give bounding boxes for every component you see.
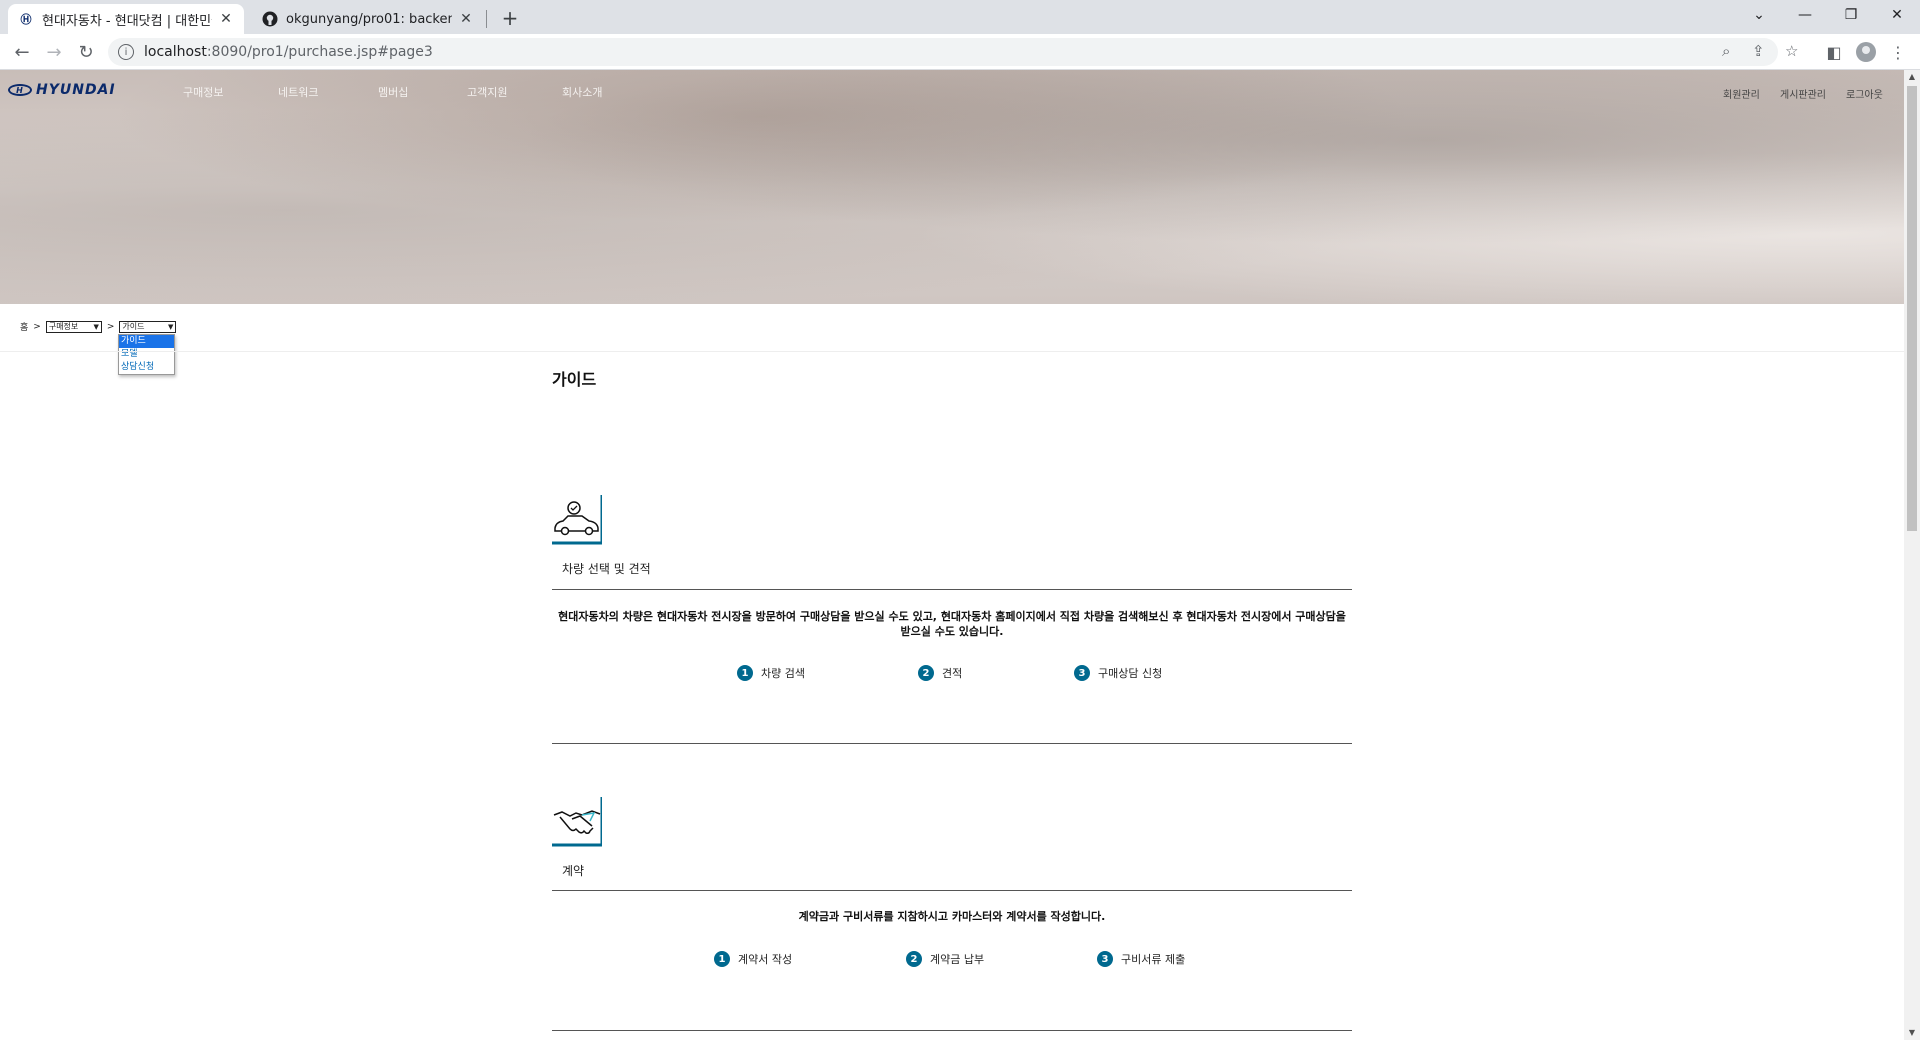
scroll-up-icon[interactable]: ▲ bbox=[1904, 70, 1920, 84]
substep-label: 계약서 작성 bbox=[738, 953, 793, 966]
step-description: 계약금과 구비서류를 지참하시고 카마스터와 계약서를 작성합니다. bbox=[798, 910, 1106, 923]
breadcrumb-select-value: 구매정보 bbox=[48, 322, 79, 331]
step-description: 현대자동차의 차량은 현대자동차 전시장을 방문하여 구매상담을 받으실 수도 … bbox=[558, 610, 1346, 638]
step-title: 계약 bbox=[562, 864, 585, 878]
hero-banner: H HYUNDAI 구매정보 네트워크 멤버십 고객지원 회사소개 회원관리 게… bbox=[0, 70, 1904, 304]
minimize-icon[interactable]: — bbox=[1782, 0, 1828, 30]
nav-customer-support[interactable]: 고객지원 bbox=[467, 84, 507, 100]
breadcrumb-select-page[interactable]: 가이드 ▼ bbox=[119, 320, 177, 333]
step-number-badge: 2 bbox=[918, 665, 934, 681]
zoom-icon[interactable]: ⌕ bbox=[1722, 42, 1730, 60]
hyundai-icon: Ⓗ bbox=[20, 13, 32, 26]
substep-item: 3 구매상담 신청 bbox=[1074, 665, 1162, 681]
side-panel-icon[interactable]: ◧ bbox=[1822, 40, 1846, 64]
reload-icon[interactable]: ↻ bbox=[72, 38, 100, 66]
substep-item: 1 계약서 작성 bbox=[714, 951, 792, 967]
site-info-icon[interactable]: i bbox=[118, 44, 134, 60]
step-number-badge: 2 bbox=[906, 951, 922, 967]
profile-icon[interactable] bbox=[1854, 40, 1878, 64]
substep-label: 차량 검색 bbox=[761, 667, 805, 680]
divider bbox=[552, 589, 1352, 590]
page-viewport: H HYUNDAI 구매정보 네트워크 멤버십 고객지원 회사소개 회원관리 게… bbox=[0, 70, 1904, 1040]
divider bbox=[552, 1030, 1352, 1031]
divider bbox=[0, 351, 1904, 352]
restore-icon[interactable]: ❐ bbox=[1828, 0, 1874, 30]
scrollbar-thumb[interactable] bbox=[1907, 86, 1917, 531]
step-number-badge: 1 bbox=[714, 951, 730, 967]
util-member-admin[interactable]: 회원관리 bbox=[1723, 86, 1760, 101]
share-icon[interactable]: ⇪ bbox=[1752, 42, 1765, 60]
hyundai-logo-icon: H bbox=[8, 84, 32, 96]
step-number-badge: 3 bbox=[1074, 665, 1090, 681]
url-host: localhost bbox=[144, 44, 207, 60]
page-title: 가이드 bbox=[552, 370, 597, 389]
address-bar[interactable]: i localhost:8090/pro1/purchase.jsp#page3 bbox=[108, 38, 1778, 66]
breadcrumb-dropdown-list: 가이드 모델 상담신청 bbox=[118, 334, 175, 375]
close-icon[interactable]: ✕ bbox=[218, 11, 234, 27]
breadcrumb-home[interactable]: 홈 bbox=[20, 320, 28, 333]
browser-tab-bar: Ⓗ 현대자동차 - 현대닷컴 | 대한민국 ✕ okgunyang/pro01:… bbox=[0, 0, 1920, 34]
hyundai-logo[interactable]: H HYUNDAI bbox=[8, 82, 116, 98]
breadcrumb-select-category[interactable]: 구매정보 ▼ bbox=[45, 320, 102, 333]
dropdown-option-consult[interactable]: 상담신청 bbox=[119, 361, 174, 374]
close-icon[interactable]: ✕ bbox=[458, 11, 474, 27]
new-tab-button[interactable]: + bbox=[496, 4, 524, 32]
substep-item: 3 구비서류 제출 bbox=[1097, 951, 1185, 967]
car-icon bbox=[552, 495, 604, 545]
substep-item: 2 견적 bbox=[918, 665, 962, 681]
step-number-badge: 3 bbox=[1097, 951, 1113, 967]
handshake-icon bbox=[552, 797, 604, 847]
address-toolbar: ← → ↻ i localhost:8090/pro1/purchase.jsp… bbox=[0, 34, 1920, 70]
nav-network[interactable]: 네트워크 bbox=[278, 84, 318, 100]
scroll-down-icon[interactable]: ▼ bbox=[1904, 1026, 1920, 1040]
util-board-admin[interactable]: 게시판관리 bbox=[1780, 86, 1826, 101]
github-icon bbox=[262, 11, 278, 27]
dropdown-option-model[interactable]: 모델 bbox=[119, 348, 174, 361]
page-scrollbar[interactable]: ▲ ▼ bbox=[1904, 70, 1920, 1040]
tab-search-icon[interactable]: ⌄ bbox=[1736, 0, 1782, 30]
logo-text: HYUNDAI bbox=[36, 82, 116, 98]
nav-membership[interactable]: 멤버십 bbox=[378, 84, 408, 100]
menu-icon[interactable]: ⋮ bbox=[1886, 40, 1910, 64]
breadcrumb-select-value: 가이드 bbox=[122, 322, 145, 331]
breadcrumb-separator: > bbox=[106, 321, 115, 332]
tab-hyundai[interactable]: Ⓗ 현대자동차 - 현대닷컴 | 대한민국 ✕ bbox=[8, 4, 244, 34]
window-close-icon[interactable]: ✕ bbox=[1874, 0, 1920, 30]
substep-label: 구매상담 신청 bbox=[1098, 667, 1163, 680]
divider bbox=[552, 743, 1352, 744]
breadcrumb: 홈 > 구매정보 ▼ > 가이드 ▼ bbox=[20, 320, 177, 333]
tab-title: okgunyang/pro01: backend proj bbox=[286, 11, 452, 27]
dropdown-option-guide[interactable]: 가이드 bbox=[119, 335, 174, 348]
tab-title: 현대자동차 - 현대닷컴 | 대한민국 bbox=[42, 13, 212, 29]
substep-label: 견적 bbox=[942, 667, 963, 680]
util-logout[interactable]: 로그아웃 bbox=[1846, 86, 1883, 101]
chevron-down-icon: ▼ bbox=[93, 322, 99, 331]
tab-github[interactable]: okgunyang/pro01: backend proj ✕ bbox=[252, 4, 484, 34]
avatar bbox=[1856, 42, 1876, 62]
divider bbox=[552, 890, 1352, 891]
substep-label: 계약금 납부 bbox=[930, 953, 985, 966]
bookmark-star-icon[interactable]: ☆ bbox=[1785, 42, 1798, 60]
breadcrumb-separator: > bbox=[33, 321, 41, 332]
back-icon[interactable]: ← bbox=[8, 38, 36, 66]
substep-item: 2 계약금 납부 bbox=[906, 951, 984, 967]
tab-separator bbox=[486, 10, 487, 28]
url-path: :8090/pro1/purchase.jsp#page3 bbox=[206, 44, 433, 60]
substep-item: 1 차량 검색 bbox=[737, 665, 805, 681]
step-title: 차량 선택 및 견적 bbox=[562, 562, 651, 576]
nav-company[interactable]: 회사소개 bbox=[562, 84, 602, 100]
forward-icon[interactable]: → bbox=[40, 38, 68, 66]
substep-label: 구비서류 제출 bbox=[1121, 953, 1186, 966]
step-number-badge: 1 bbox=[737, 665, 753, 681]
chevron-down-icon: ▼ bbox=[167, 322, 174, 331]
nav-purchase-info[interactable]: 구매정보 bbox=[183, 84, 223, 100]
